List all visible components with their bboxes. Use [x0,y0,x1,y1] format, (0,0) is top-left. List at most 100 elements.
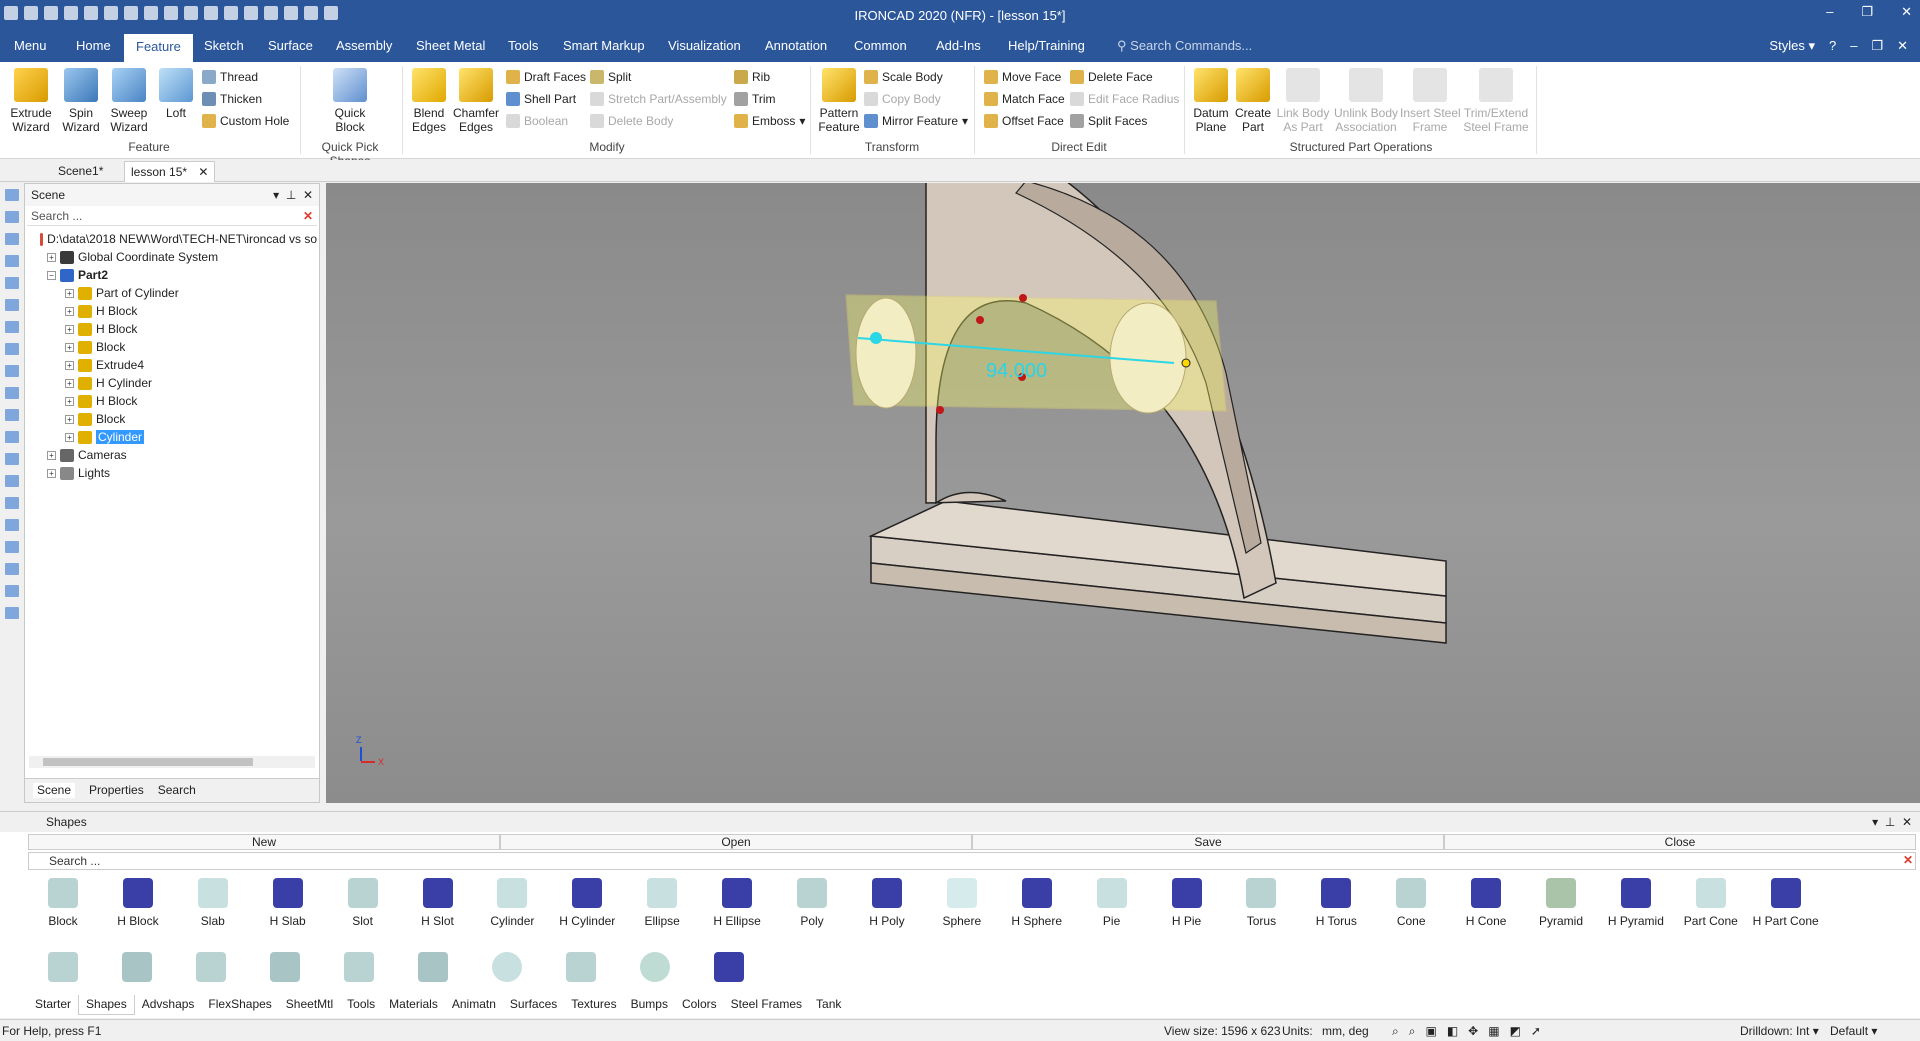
doc-tab-scene1[interactable]: Scene1* [58,164,103,178]
edit-face-radius-button[interactable]: Edit Face Radius [1070,92,1179,106]
shape-item[interactable]: Ellipse [625,878,699,928]
styles-dropdown[interactable]: Styles ▾ [1769,38,1815,54]
link-body-button[interactable]: Link Body As Part [1274,68,1332,134]
shape-item[interactable]: H Poly [850,878,924,928]
shape-item[interactable]: Pie [1075,878,1149,928]
tool-icon[interactable] [5,277,19,289]
shape-item[interactable]: Slab [176,878,250,928]
expand-icon[interactable]: + [65,414,74,424]
thicken-button[interactable]: Thicken [202,92,262,106]
tool-icon[interactable] [5,585,19,597]
tree-item[interactable]: + H Cylinder [29,374,317,392]
expand-icon[interactable]: + [65,288,74,298]
catalog-tab[interactable]: Textures [564,995,623,1015]
catalog-tab[interactable]: FlexShapes [201,995,278,1015]
ribbon-minimize-button[interactable]: – [1850,38,1857,54]
display-icon[interactable]: ▦ [1488,1024,1499,1039]
loft-button[interactable]: Loft [156,68,196,120]
tab-help-training[interactable]: Help/Training [1008,38,1085,53]
tool-icon[interactable] [5,255,19,267]
tool-icon[interactable] [5,365,19,377]
tool-icon[interactable] [5,343,19,355]
tab-visualization[interactable]: Visualization [668,38,741,53]
tab-annotation[interactable]: Annotation [765,38,827,53]
tab-smart-markup[interactable]: Smart Markup [563,38,645,53]
create-part-button[interactable]: Create Part [1230,68,1276,134]
delete-body-button[interactable]: Delete Body [590,114,673,128]
tree-item[interactable]: + Block [29,410,317,428]
help-icon[interactable]: ? [1829,38,1836,54]
shape-thumb-icon[interactable] [640,952,670,982]
catalog-tab[interactable]: Materials [382,995,445,1015]
quick-block-button[interactable]: Quick Block [326,68,374,134]
tab-feature[interactable]: Feature [124,34,193,62]
shape-thumb-icon[interactable] [196,952,226,982]
catalog-tab[interactable]: Surfaces [503,995,564,1015]
horizontal-scrollbar[interactable] [29,756,315,768]
sizebox-handle[interactable] [1181,358,1191,368]
copy-body-button[interactable]: Copy Body [864,92,941,106]
shape-item[interactable]: Poly [775,878,849,928]
shape-thumb-icon[interactable] [48,952,78,982]
close-button[interactable]: ✕ [1901,4,1912,20]
cylinder-end-left[interactable] [855,297,917,409]
expand-icon[interactable]: + [47,450,56,460]
extrude-wizard-button[interactable]: Extrude Wizard [8,68,54,134]
chamfer-edges-button[interactable]: Chamfer Edges [452,68,500,134]
offset-face-button[interactable]: Offset Face [984,114,1064,128]
expand-icon[interactable]: + [65,378,74,388]
rib-button[interactable]: Rib [734,70,770,84]
open-catalog-button[interactable]: Open [500,834,972,850]
tree-item[interactable]: + Block [29,338,317,356]
3d-viewport[interactable]: 94.000 Z X [326,183,1920,803]
tool-icon[interactable] [5,607,19,619]
sizebox-handle[interactable] [936,406,944,414]
section-icon[interactable]: ◩ [1510,1024,1521,1039]
blend-edges-button[interactable]: Blend Edges [408,68,450,134]
save-catalog-button[interactable]: Save [972,834,1444,850]
expand-icon[interactable]: + [47,252,56,262]
expand-icon[interactable]: + [65,306,74,316]
shape-thumb-icon[interactable] [714,952,744,982]
catalog-tab[interactable]: Animatn [445,995,503,1015]
close-tab-icon[interactable]: ✕ [198,165,208,179]
shape-item[interactable]: H Block [101,878,175,928]
tree-item[interactable]: − Part2 [29,266,317,284]
catalog-tab[interactable]: Tools [340,995,382,1015]
tree-item[interactable]: + Extrude4 [29,356,317,374]
shell-part-button[interactable]: Shell Part [506,92,576,106]
scroll-thumb[interactable] [43,758,253,766]
tab-add-ins[interactable]: Add-Ins [936,38,981,53]
tree-item[interactable]: +D:\data\2018 NEW\Word\TECH-NET\ironcad … [29,230,317,248]
boolean-button[interactable]: Boolean [506,114,568,128]
tree-item[interactable]: + Global Coordinate System [29,248,317,266]
shape-item[interactable]: H Sphere [1000,878,1074,928]
select-icon[interactable]: ➚ [1531,1024,1541,1039]
shape-item[interactable]: H Part Cone [1749,878,1823,928]
catalog-tab[interactable]: Bumps [624,995,675,1015]
shape-item[interactable]: Cone [1374,878,1448,928]
tool-icon[interactable] [5,497,19,509]
tree-item[interactable]: + Cylinder [29,428,317,446]
zoom-box-icon[interactable]: ⌕ [1409,1024,1416,1039]
move-face-button[interactable]: Move Face [984,70,1061,84]
shape-item[interactable]: H Cone [1449,878,1523,928]
mirror-feature-button[interactable]: Mirror Feature ▾ [864,114,968,128]
expand-icon[interactable]: + [65,396,74,406]
split-button[interactable]: Split [590,70,631,84]
shape-item[interactable]: Slot [326,878,400,928]
shape-item[interactable]: H Pyramid [1599,878,1673,928]
shape-item[interactable]: Part Cone [1674,878,1748,928]
expand-icon[interactable]: + [65,342,74,352]
custom-hole-button[interactable]: Custom Hole [202,114,289,128]
tool-icon[interactable] [5,475,19,487]
trim-button[interactable]: Trim [734,92,776,106]
insert-steel-frame-button[interactable]: Insert Steel Frame [1400,68,1461,134]
draft-faces-button[interactable]: Draft Faces [506,70,586,84]
render-icon[interactable]: ◧ [1447,1024,1458,1039]
expand-icon[interactable]: + [47,468,56,478]
shape-item[interactable]: H Slab [251,878,325,928]
dropdown-icon[interactable]: ▾ [1872,815,1878,829]
shape-item[interactable]: H Pie [1150,878,1224,928]
shape-thumb-icon[interactable] [122,952,152,982]
